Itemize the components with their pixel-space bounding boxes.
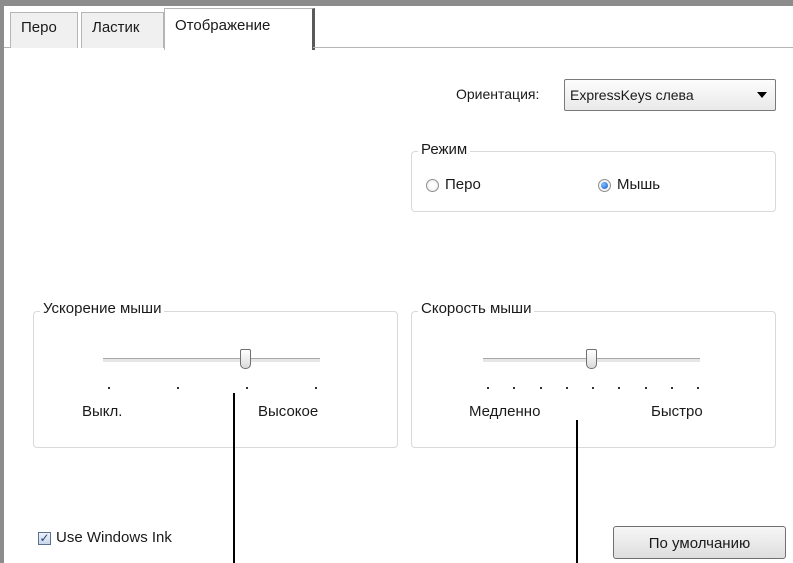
speed-group: [411, 311, 776, 448]
slider-tick: [592, 387, 594, 389]
callout-line: [233, 393, 235, 563]
callout-line: [576, 420, 578, 563]
slider-tick: [246, 387, 248, 389]
acceleration-min-label: Выкл.: [82, 403, 123, 420]
orientation-label: Ориентация:: [456, 86, 540, 102]
tab-pen[interactable]: Перо: [10, 12, 78, 48]
acceleration-group-title: Ускорение мыши: [40, 300, 165, 317]
mode-pen-radio[interactable]: [426, 179, 439, 192]
acceleration-slider-track[interactable]: [103, 358, 320, 363]
slider-tick: [645, 387, 647, 389]
slider-tick: [513, 387, 515, 389]
windows-ink-label[interactable]: Use Windows Ink: [56, 529, 172, 546]
tab-eraser[interactable]: Ластик: [81, 12, 164, 48]
default-button[interactable]: По умолчанию: [613, 526, 786, 559]
slider-tick: [540, 387, 542, 389]
speed-group-title: Скорость мыши: [418, 300, 535, 317]
window-top-border: [0, 0, 793, 6]
mode-mouse-radio[interactable]: [598, 179, 611, 192]
slider-tick: [618, 387, 620, 389]
tab-display[interactable]: Отображение: [164, 8, 315, 50]
slider-tick: [671, 387, 673, 389]
orientation-select[interactable]: ExpressKeys слева: [564, 79, 776, 111]
dropdown-arrow-icon[interactable]: [757, 92, 767, 98]
mode-group-title: Режим: [418, 141, 471, 158]
slider-tick: [177, 387, 179, 389]
speed-max-label: Быстро: [651, 403, 703, 420]
acceleration-slider-thumb[interactable]: [240, 349, 251, 369]
mode-pen-label[interactable]: Перо: [445, 176, 481, 193]
slider-tick: [315, 387, 317, 389]
windows-ink-checkbox[interactable]: ✓: [38, 532, 51, 545]
slider-tick: [697, 387, 699, 389]
speed-min-label: Медленно: [469, 403, 541, 420]
slider-tick: [108, 387, 110, 389]
window-left-border: [0, 0, 4, 563]
slider-tick: [566, 387, 568, 389]
orientation-value: ExpressKeys слева: [570, 87, 694, 103]
tab-strip-line: [4, 47, 10, 48]
acceleration-group: [33, 311, 398, 448]
speed-slider-thumb[interactable]: [586, 349, 597, 369]
slider-tick: [487, 387, 489, 389]
acceleration-max-label: Высокое: [258, 403, 319, 420]
mode-mouse-label[interactable]: Мышь: [617, 176, 660, 193]
tab-strip-line: [313, 47, 793, 48]
